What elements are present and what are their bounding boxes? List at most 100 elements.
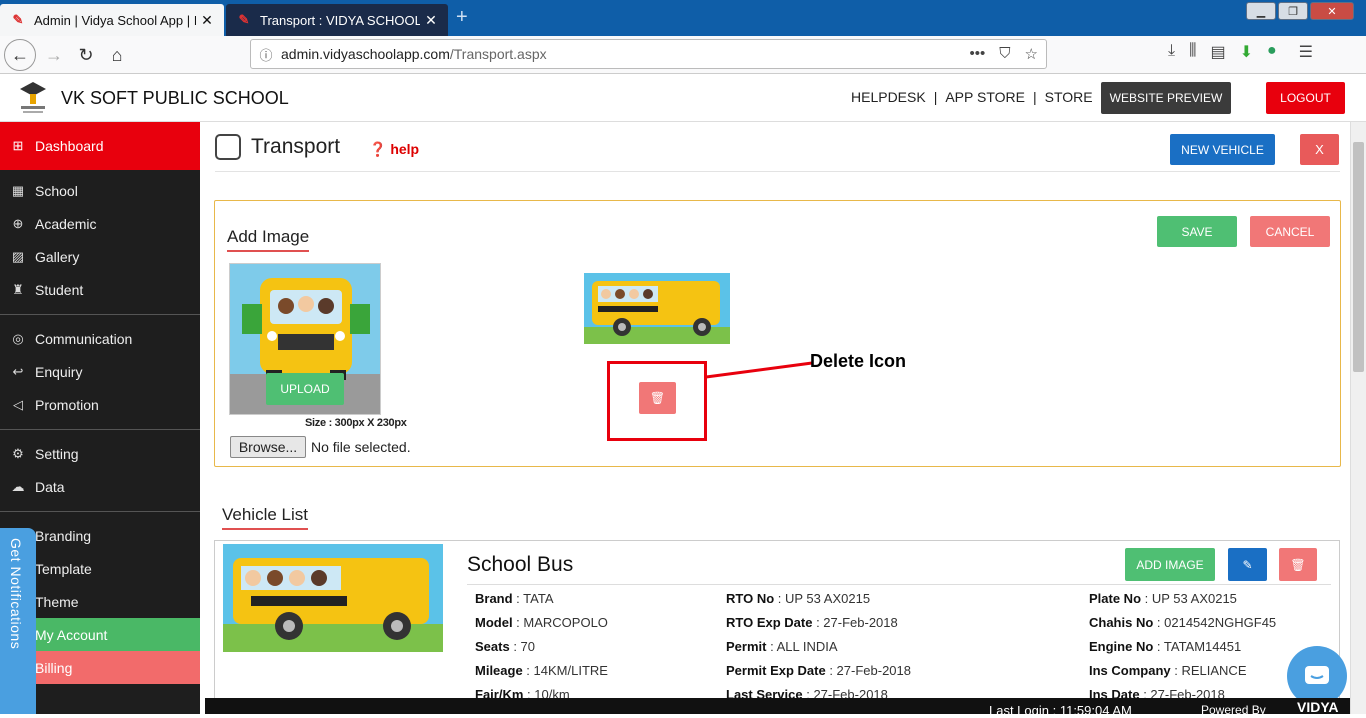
nav-divider: | [1032,89,1037,105]
home-icon[interactable]: ⌂ [101,39,133,71]
vehicle-name: School Bus [467,553,574,576]
url-text: admin.vidyaschoolapp.com/Transport.aspx [281,46,547,62]
divider [467,584,1331,585]
reload-icon[interactable]: ↻ [70,39,102,71]
url-bar[interactable]: ⓘ admin.vidyaschoolapp.com/Transport.asp… [250,39,1047,69]
annotation-arrow-line [706,361,813,379]
add-image-panel: Add Image SAVE CANCEL UPLOAD Size : 300p… [214,200,1341,467]
sidebar-toggle-icon[interactable]: ▤ [1210,42,1225,62]
sidebar-item-label: Theme [35,593,79,610]
powered-by: Powered By [1201,703,1266,717]
add-image-button[interactable]: ADD IMAGE [1125,548,1215,581]
field-permit-exp-date: Permit Exp Date : 27-Feb-2018 [726,663,911,678]
close-window-icon[interactable]: ✕ [1310,2,1354,20]
page-scrollbar[interactable] [1350,122,1366,714]
school-logo [20,82,46,113]
sidebar-item-label: Template [35,560,92,577]
back-icon[interactable]: ← [4,39,36,71]
sidebar-item-dashboard[interactable]: ⊞ Dashboard [0,122,200,170]
close-tab-icon[interactable]: ✕ [200,12,214,29]
edit-icon: ✎ [1242,557,1253,572]
field-rto-no: RTO No : UP 53 AX0215 [726,591,871,606]
help-link[interactable]: ❓ help [369,141,419,158]
sidebar-item-academic[interactable]: ⊕ Academic [0,207,200,240]
sidebar-item-school[interactable]: ▦ School [0,174,200,207]
website-preview-button[interactable]: WEBSITE PREVIEW [1101,82,1231,114]
globe-icon: ⊕ [12,215,24,231]
logout-button[interactable]: LOGOUT [1266,82,1345,114]
restore-window-icon[interactable]: ❐ [1278,2,1308,20]
sidebar-item-label: My Account [35,626,108,643]
close-tab-icon[interactable]: ✕ [424,12,438,29]
library-icon[interactable]: ⫼ [1189,42,1196,62]
size-hint: Size : 300px X 230px [305,417,407,429]
field-model: Model : MARCOPOLO [475,615,608,630]
image-icon: ▨ [11,248,25,264]
close-button[interactable]: X [1300,134,1339,165]
chat-bubble-icon [1305,666,1329,684]
app-header: VK SOFT PUBLIC SCHOOL HELPDESK | APP STO… [0,74,1366,122]
sidebar-divider [0,511,200,512]
file-status: No file selected. [311,439,411,455]
get-notifications-label: Get Notifications [8,538,24,650]
sidebar-item-label: Data [35,478,65,495]
delete-image-button[interactable]: 🗑 [639,382,676,414]
scrollbar-thumb[interactable] [1353,142,1364,372]
tab-title: Transport : VIDYA SCHOOL APP [260,12,420,28]
school-name: VK SOFT PUBLIC SCHOOL [61,88,289,108]
main-content: Transport ❓ help NEW VEHICLE X Add Image… [200,122,1350,710]
sidebar-item-student[interactable]: ♜ Student [0,273,200,306]
sidebar-item-gallery[interactable]: ▨ Gallery [0,240,200,273]
sidebar-item-label: School [35,182,78,199]
browser-tab-transport[interactable]: ✎ Transport : VIDYA SCHOOL APP ✕ [226,4,448,36]
sidebar-item-label: Communication [35,330,133,347]
sidebar-item-label: Setting [35,445,79,462]
sidebar-item-data[interactable]: ☁ Data [0,470,200,503]
cancel-button[interactable]: CANCEL [1250,216,1330,247]
app-store-link[interactable]: APP STORE [945,89,1025,105]
field-plate-no: Plate No : UP 53 AX0215 [1089,591,1237,606]
info-icon[interactable]: ⓘ [251,45,281,64]
more-actions-icon[interactable]: ••• [970,45,986,63]
sidebar-divider [0,314,200,315]
forward-icon[interactable]: → [38,39,70,71]
extension-download-icon[interactable]: ⬇ [1240,42,1253,62]
store-link[interactable]: STORE [1045,89,1093,105]
browser-tab-bar: ✎ Admin | Vidya School App | It's ✕ ✎ Tr… [0,0,1366,36]
divider [215,171,1340,172]
field-ins-company: Ins Company : RELIANCE [1089,663,1247,678]
upload-button[interactable]: UPLOAD [266,373,344,405]
sidebar-item-enquiry[interactable]: ↩ Enquiry [0,355,200,388]
menu-icon[interactable]: ☰ [1299,42,1313,62]
reply-icon: ↩ [12,363,24,379]
bookmark-star-icon[interactable]: ☆ [1025,45,1038,63]
chat-widget-button[interactable] [1287,646,1347,706]
pocket-icon[interactable]: ⛉ [999,45,1010,63]
field-brand: Brand : TATA [475,591,554,606]
school-icon: ▦ [11,182,25,198]
browser-tab-admin[interactable]: ✎ Admin | Vidya School App | It's ✕ [0,4,224,36]
sidebar-item-setting[interactable]: ⚙ Setting [0,437,200,470]
new-tab-icon[interactable]: + [456,6,468,29]
edit-vehicle-button[interactable]: ✎ [1228,548,1267,581]
browser-nav-bar: ← → ↻ ⌂ ⓘ admin.vidyaschoolapp.com/Trans… [0,36,1366,74]
tab-title: Admin | Vidya School App | It's [34,12,196,28]
top-nav: HELPDESK | APP STORE | STORE [851,89,1093,105]
sidebar-item-label: Gallery [35,248,80,265]
get-notifications-tab[interactable]: Get Notifications [0,528,36,714]
helpdesk-link[interactable]: HELPDESK [851,89,926,105]
grammarly-icon[interactable]: ● [1267,42,1277,62]
save-button[interactable]: SAVE [1157,216,1237,247]
browse-button[interactable]: Browse... [230,436,306,458]
sidebar-item-label: Promotion [35,396,99,413]
download-icon[interactable]: ⤓ [1168,42,1175,62]
sidebar-item-communication[interactable]: ◎ Communication [0,322,200,355]
nav-divider: | [933,89,938,105]
cloud-icon: ☁ [11,478,25,494]
sidebar-item-label: Dashboard [35,138,104,154]
field-engine-no: Engine No : TATAM14451 [1089,639,1242,654]
minimize-window-icon[interactable]: ▁ [1246,2,1276,20]
delete-vehicle-button[interactable]: 🗑 [1279,548,1317,581]
new-vehicle-button[interactable]: NEW VEHICLE [1170,134,1275,165]
sidebar-item-promotion[interactable]: ◁ Promotion [0,388,200,421]
